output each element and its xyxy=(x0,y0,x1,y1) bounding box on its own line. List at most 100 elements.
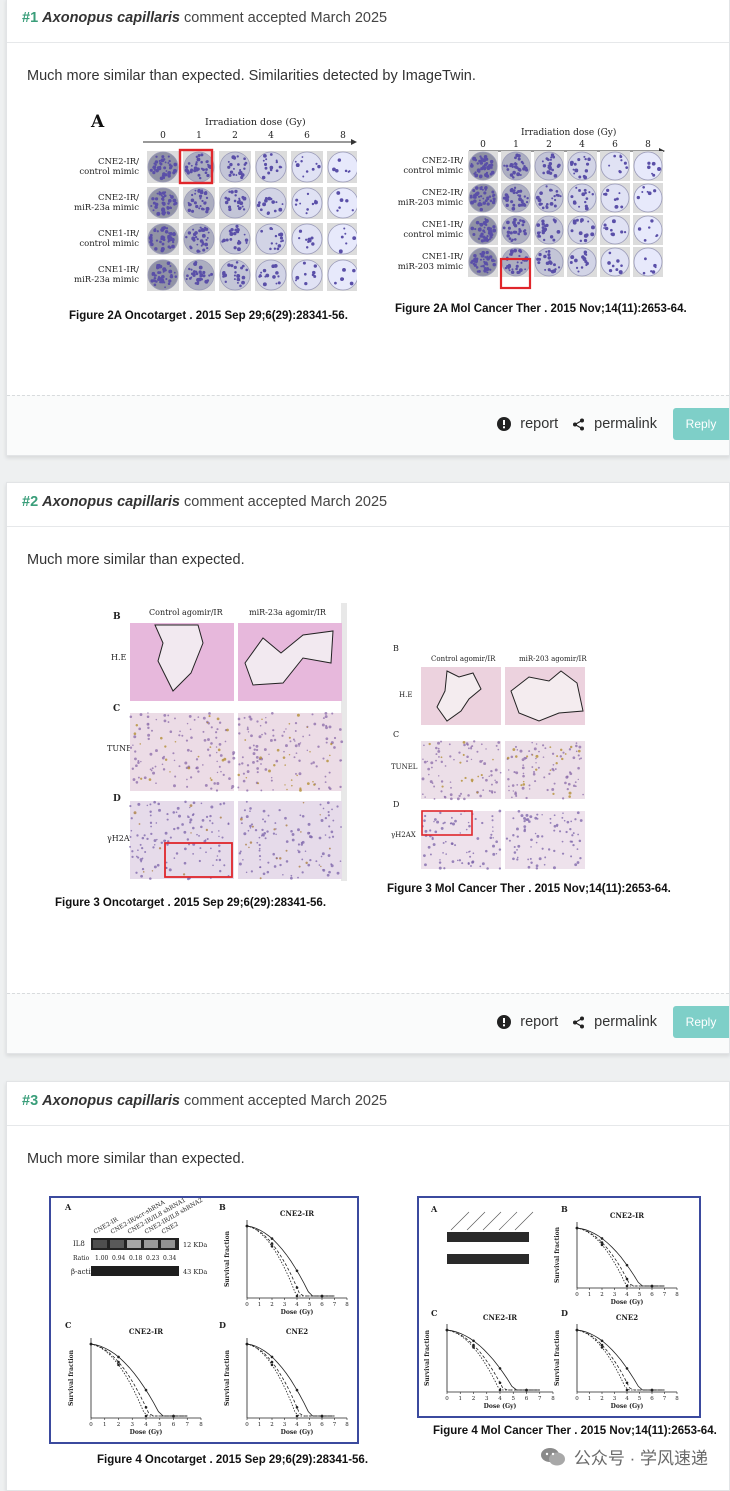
colony xyxy=(483,155,488,159)
colony xyxy=(655,234,659,237)
report-label: report xyxy=(520,1014,559,1030)
colony xyxy=(510,239,513,243)
stain-dot xyxy=(568,771,572,774)
stain-dot xyxy=(535,841,538,844)
stain-dot xyxy=(189,818,193,822)
x-tick-label: 7 xyxy=(538,1396,542,1402)
colony xyxy=(549,158,552,161)
stain-dot xyxy=(324,711,328,715)
stain-dot xyxy=(456,859,459,862)
colony xyxy=(479,223,481,225)
comment-number[interactable]: #1 xyxy=(22,10,38,26)
permalink-link[interactable]: permalink xyxy=(572,416,657,432)
colony xyxy=(513,163,516,165)
stain-dot xyxy=(197,716,200,718)
colony xyxy=(150,279,154,283)
stain-dot xyxy=(275,759,279,763)
comment-author[interactable]: Axonopus capillaris xyxy=(42,1093,180,1109)
colony xyxy=(311,242,315,246)
colony xyxy=(510,200,514,204)
x-tick-label: 6 xyxy=(320,1302,324,1308)
colony xyxy=(195,272,199,276)
stain-dot xyxy=(246,764,250,767)
colony xyxy=(229,162,233,167)
stain-dot xyxy=(156,863,160,867)
colony xyxy=(191,209,195,213)
stain-dot xyxy=(184,761,188,765)
colony xyxy=(233,278,236,281)
stain-dot xyxy=(427,767,431,771)
stain-dot xyxy=(209,819,211,822)
comment-author[interactable]: Axonopus capillaris xyxy=(42,494,180,510)
stain-dot xyxy=(529,815,533,819)
stain-dot xyxy=(466,755,469,759)
ratio-value: 0.23 xyxy=(146,1255,160,1262)
colony xyxy=(263,153,267,158)
colony xyxy=(272,275,276,279)
blot-band xyxy=(91,1266,179,1276)
colony xyxy=(170,273,173,277)
colony xyxy=(168,159,171,163)
comment-author[interactable]: Axonopus capillaris xyxy=(42,10,180,26)
colony xyxy=(520,261,523,264)
stain-dot xyxy=(293,756,296,759)
stain-dot xyxy=(423,744,425,747)
stain-dot xyxy=(340,740,344,744)
comment-number[interactable]: #2 xyxy=(22,494,38,510)
colony xyxy=(161,242,165,246)
colony xyxy=(575,218,579,222)
reply-button[interactable]: Reply xyxy=(673,1006,729,1038)
x-tick-label: 0 xyxy=(575,1292,579,1298)
stain-dot xyxy=(299,788,302,792)
stain-dot xyxy=(311,713,314,716)
stain-dot xyxy=(476,750,479,753)
colony xyxy=(536,231,541,235)
colony xyxy=(472,262,476,266)
data-point xyxy=(600,1237,604,1240)
stain-dot xyxy=(440,826,444,830)
stain-dot xyxy=(139,713,143,716)
colony xyxy=(294,203,298,206)
colony xyxy=(156,192,159,195)
permalink-link[interactable]: permalink xyxy=(572,1014,657,1030)
colony xyxy=(480,265,483,268)
stain-dot xyxy=(143,776,147,780)
colony xyxy=(227,160,230,163)
colony xyxy=(584,157,587,161)
stain-dot xyxy=(169,730,173,733)
stain-dot xyxy=(566,820,570,824)
stain-dot xyxy=(458,859,462,862)
stain-dot xyxy=(258,849,261,852)
stain-dot xyxy=(291,784,293,787)
stain-dot xyxy=(327,810,330,814)
colony xyxy=(262,268,267,273)
dose-tick: 6 xyxy=(612,140,618,150)
stain-dot xyxy=(218,835,220,838)
colony xyxy=(549,171,553,175)
stain-dot xyxy=(492,852,496,856)
dose-tick: 2 xyxy=(232,131,238,141)
colony xyxy=(305,246,309,249)
stain-dot xyxy=(184,847,187,851)
stain-dot xyxy=(568,748,572,751)
stain-dot xyxy=(195,758,199,761)
colony xyxy=(232,173,235,176)
report-link[interactable]: report xyxy=(497,1014,558,1030)
stain-dot xyxy=(249,807,252,810)
colony xyxy=(541,219,545,223)
report-link[interactable]: report xyxy=(497,416,558,432)
colony xyxy=(506,230,511,234)
colony xyxy=(570,229,574,233)
colony xyxy=(487,203,490,206)
stain-dot xyxy=(150,825,152,828)
reply-button[interactable]: Reply xyxy=(673,408,729,440)
colony xyxy=(525,200,529,204)
colony xyxy=(195,161,198,164)
comment-number[interactable]: #3 xyxy=(22,1093,38,1109)
stain-dot xyxy=(272,852,275,856)
colony xyxy=(517,189,521,193)
colony xyxy=(519,250,523,253)
stain-dot xyxy=(437,749,441,753)
panel-letter: B xyxy=(219,1202,226,1212)
colony xyxy=(511,206,516,211)
